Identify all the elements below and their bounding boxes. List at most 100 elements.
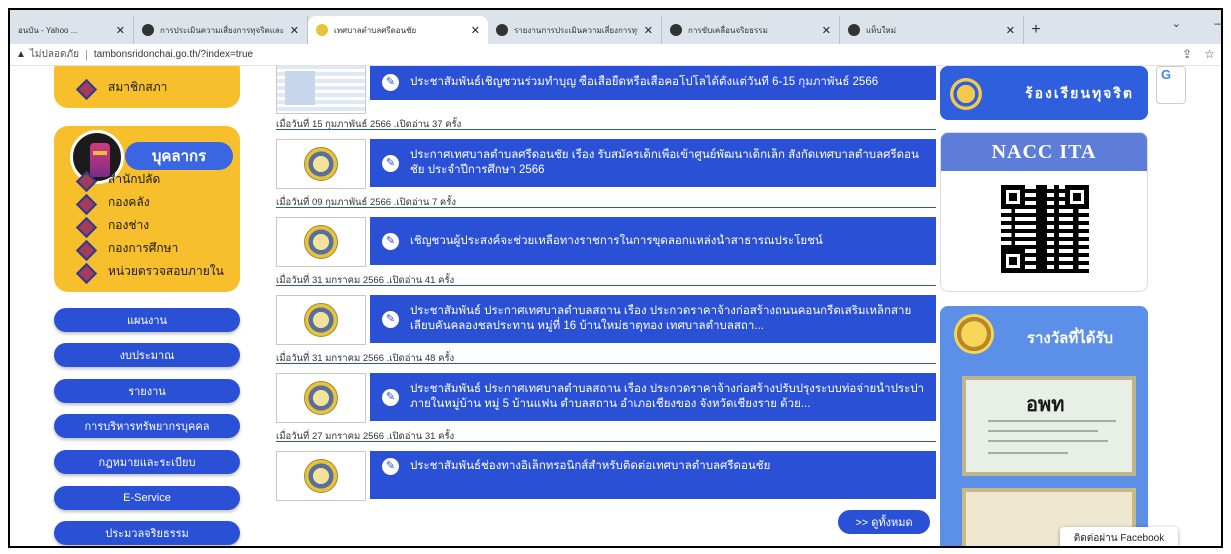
anti-corruption-logo-icon [950, 78, 982, 110]
close-icon[interactable]: ✕ [822, 24, 831, 37]
news-thumbnail[interactable] [276, 295, 366, 345]
qr-finder-icon [1001, 185, 1025, 209]
minimize-icon[interactable]: – [1214, 16, 1221, 30]
see-all-button[interactable]: >> ดูทั้งหมด [838, 510, 930, 534]
warning-icon[interactable]: ▲ [16, 49, 26, 60]
tab-ita[interactable]: การประเมินความเสี่ยงการทุจริตและ... ✕ [134, 16, 308, 44]
hr-button[interactable]: การบริหารทรัพยากรบุคคล [54, 414, 240, 438]
municipal-seal-icon [304, 225, 338, 259]
edit-icon: ✎ [382, 388, 399, 406]
news-item[interactable]: ✎ ประชาสัมพันธ์ช่องทางอิเล็กทรอนิกส์สำหร… [370, 451, 936, 499]
tab-ethics[interactable]: การขับเคลื่อนจริยธรรม ✕ [662, 16, 840, 44]
certificate-text-line [988, 452, 1068, 454]
sidebar-item-label: กองการศึกษา [108, 241, 179, 255]
divider [276, 285, 936, 286]
address-actions: ⇪ ☆ [1182, 47, 1215, 61]
browser-window: อนบัน - Yahoo ... ✕ การประเมินความเสี่ยง… [8, 8, 1223, 548]
news-title: เชิญชวนผู้ประสงค์จะช่วยเหลือทางราชการในก… [410, 234, 823, 247]
eservice-button[interactable]: E-Service [54, 486, 240, 510]
news-title: ประชาสัมพันธ์ช่องทางอิเล็กทรอนิกส์สำหรับ… [410, 460, 771, 472]
edit-icon: ✎ [382, 458, 399, 475]
sidebar-item-engineering[interactable]: กองช่าง [76, 216, 149, 235]
tab-label: การขับเคลื่อนจริยธรรม [688, 25, 768, 35]
diamond-bullet-icon [76, 173, 94, 187]
municipal-seal-icon [304, 459, 338, 493]
tab-label: เทศบาลตำบลศรีดอนชัย [334, 25, 417, 35]
report-button[interactable]: รายงาน [54, 379, 240, 403]
chrome-icon [848, 24, 860, 36]
edit-icon: ✎ [382, 232, 399, 250]
insecure-label[interactable]: ไม่ปลอดภัย [30, 47, 79, 62]
tab-active-site[interactable]: เทศบาลตำบลศรีดอนชัย ✕ [308, 16, 488, 44]
chrome-icon [142, 24, 154, 36]
close-icon[interactable]: ✕ [471, 24, 480, 37]
personnel-heading: บุคลากร [125, 142, 233, 170]
news-thumbnail[interactable] [276, 217, 366, 267]
nacc-ita-card[interactable]: NACC ITA [940, 132, 1148, 292]
sidebar-item-label: สำนักปลัด [108, 172, 161, 186]
news-item[interactable]: ✎ ประชาสัมพันธ์เชิญชวนร่วมทำบุญ ซื้อเสื้… [370, 66, 936, 100]
sidebar-item-council[interactable]: สมาชิกสภา [76, 78, 167, 97]
certificate-logo: อพท [1026, 394, 1065, 416]
qr-code-icon[interactable] [1001, 185, 1089, 273]
tab-report[interactable]: รายงานการประเมินความเสี่ยงการทุจ... ✕ [488, 16, 662, 44]
awards-title: รางวัลที่ได้รับ [1026, 330, 1114, 347]
edit-icon: ✎ [382, 73, 399, 91]
municipal-seal-icon [304, 381, 338, 415]
sidebar-item-label: หน่วยตรวจสอบภายใน [108, 264, 224, 278]
complaint-banner[interactable]: ร้องเรียนทุจริต [940, 66, 1148, 120]
chrome-icon [670, 24, 682, 36]
news-item[interactable]: ✎ ประชาสัมพันธ์ ประกาศเทศบาลตำบลสถาน เรื… [370, 373, 936, 421]
facebook-contact-chip[interactable]: ติดต่อผ่าน Facebook [1060, 527, 1178, 546]
site-icon [316, 24, 328, 36]
municipal-seal-icon [304, 303, 338, 337]
qr-finder-icon [1065, 185, 1089, 209]
close-icon[interactable]: ✕ [290, 24, 299, 37]
url-text[interactable]: tambonsridonchai.go.th/?index=true [94, 49, 253, 60]
plan-button[interactable]: แผนงาน [54, 308, 240, 332]
diamond-bullet-icon [76, 219, 94, 233]
law-button[interactable]: กฎหมายและระเบียบ [54, 450, 240, 474]
tab-label: แท็บใหม่ [866, 25, 896, 35]
page-content: สมาชิกสภา บุคลากร สำนักปลัด กองคลัง กองช… [10, 66, 1221, 546]
divider [276, 129, 936, 130]
news-thumbnail[interactable] [276, 373, 366, 423]
complaint-banner-label: ร้องเรียนทุจริต [1025, 85, 1134, 101]
divider: | [84, 48, 88, 61]
tab-new[interactable]: แท็บใหม่ ✕ [840, 16, 1024, 44]
municipal-seal-icon [304, 147, 338, 181]
tab-label: การประเมินความเสี่ยงการทุจริตและ... [160, 25, 284, 35]
sidebar-item-finance[interactable]: กองคลัง [76, 193, 150, 212]
chevron-down-icon[interactable]: ⌄ [1172, 17, 1181, 30]
news-item[interactable]: ✎ ประชาสัมพันธ์ ประกาศเทศบาลตำบลสถาน เรื… [370, 295, 936, 343]
news-thumbnail[interactable] [276, 451, 366, 501]
sidebar-item-label: กองช่าง [108, 218, 150, 232]
diamond-bullet-icon [76, 242, 94, 256]
new-tab-button[interactable]: + [1024, 16, 1048, 44]
tab-yahoo[interactable]: อนบัน - Yahoo ... ✕ [10, 16, 134, 44]
close-icon[interactable]: ✕ [1006, 24, 1015, 37]
bookmark-star-icon[interactable]: ☆ [1204, 47, 1215, 61]
ethics-button[interactable]: ประมวลจริยธรรม [54, 521, 240, 545]
news-thumbnail[interactable] [276, 66, 366, 114]
award-certificate[interactable]: อพท [962, 376, 1136, 476]
address-bar[interactable]: ▲ ไม่ปลอดภัย | tambonsridonchai.go.th/?i… [10, 44, 1221, 66]
sidebar-item-office[interactable]: สำนักปลัด [76, 170, 160, 189]
diamond-bullet-icon [76, 265, 94, 279]
budget-button[interactable]: งบประมาณ [54, 343, 240, 367]
news-title: ประชาสัมพันธ์เชิญชวนร่วมทำบุญ ซื้อเสื้อย… [410, 75, 879, 88]
google-widget[interactable]: G [1156, 66, 1186, 104]
share-icon[interactable]: ⇪ [1182, 47, 1192, 61]
news-thumbnail[interactable] [276, 139, 366, 189]
news-title: ประกาศเทศบาลตำบลศรีดอนชัย เรื่อง รับสมัค… [410, 149, 919, 176]
news-item[interactable]: ✎ เชิญชวนผู้ประสงค์จะช่วยเหลือทางราชการใ… [370, 217, 936, 265]
certificate-text-line [988, 420, 1116, 422]
diamond-bullet-icon [76, 81, 94, 95]
sidebar-item-audit[interactable]: หน่วยตรวจสอบภายใน [76, 262, 224, 281]
tab-label: อนบัน - Yahoo ... [18, 25, 78, 35]
sidebar-item-education[interactable]: กองการศึกษา [76, 239, 178, 258]
close-icon[interactable]: ✕ [644, 24, 653, 37]
medal-icon [954, 314, 994, 354]
news-item[interactable]: ✎ ประกาศเทศบาลตำบลศรีดอนชัย เรื่อง รับสม… [370, 139, 936, 187]
close-icon[interactable]: ✕ [116, 24, 125, 37]
